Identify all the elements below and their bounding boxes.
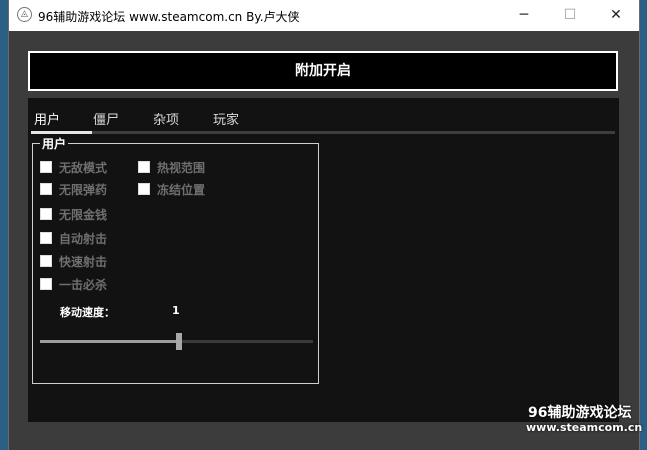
checkbox-label: 冻结位置 bbox=[157, 182, 206, 197]
title-bar[interactable]: ◬ 96辅助游戏论坛 www.steamcom.cn By.卢大侠 ─ ☐ ✕ bbox=[9, 0, 639, 31]
tab-zombie[interactable]: 僵尸 bbox=[93, 109, 119, 128]
checkbox-label: 无限金钱 bbox=[59, 207, 108, 222]
move-speed-label: 移动速度： bbox=[60, 306, 115, 319]
slider-fill bbox=[40, 340, 179, 343]
main-panel: 用户 僵尸 杂项 玩家 用户 无敌模式 热视范围 无限弹药 冻结位置 无限金钱 … bbox=[28, 98, 619, 422]
tab-user[interactable]: 用户 bbox=[34, 109, 60, 128]
move-speed-value: 1 bbox=[172, 304, 180, 317]
attach-start-button[interactable]: 附加开启 bbox=[28, 51, 618, 91]
watermark-title: 96辅助游戏论坛 bbox=[528, 405, 632, 421]
checkbox-rapid-fire[interactable]: 快速射击 bbox=[40, 253, 107, 269]
checkbox-freeze-position[interactable]: 冻结位置 bbox=[138, 181, 205, 197]
tab-track bbox=[31, 131, 615, 134]
checkbox-auto-fire[interactable]: 自动射击 bbox=[40, 230, 107, 246]
checkbox-infinite-money[interactable]: 无限金钱 bbox=[40, 206, 107, 222]
app-window: ◬ 96辅助游戏论坛 www.steamcom.cn By.卢大侠 ─ ☐ ✕ … bbox=[9, 0, 639, 450]
checkbox-thermal-range[interactable]: 热视范围 bbox=[138, 159, 205, 175]
checkbox-infinite-ammo[interactable]: 无限弹药 bbox=[40, 181, 107, 197]
tab-player[interactable]: 玩家 bbox=[213, 109, 239, 128]
checkbox-box[interactable] bbox=[40, 278, 52, 290]
checkbox-box[interactable] bbox=[40, 183, 52, 195]
tab-bar: 用户 僵尸 杂项 玩家 bbox=[28, 98, 619, 134]
active-tab-indicator bbox=[31, 131, 92, 134]
checkbox-one-hit-kill[interactable]: 一击必杀 bbox=[40, 276, 107, 292]
checkbox-label: 一击必杀 bbox=[59, 277, 108, 292]
checkbox-box[interactable] bbox=[40, 255, 52, 267]
watermark-url: www.steamcom.cn bbox=[526, 421, 643, 434]
move-speed-slider[interactable] bbox=[40, 333, 313, 351]
checkbox-god-mode[interactable]: 无敌模式 bbox=[40, 159, 107, 175]
app-icon: ◬ bbox=[17, 7, 32, 22]
tab-misc[interactable]: 杂项 bbox=[153, 109, 179, 128]
checkbox-label: 热视范围 bbox=[157, 160, 206, 175]
checkbox-label: 无限弹药 bbox=[59, 182, 108, 197]
checkbox-box[interactable] bbox=[40, 208, 52, 220]
checkbox-label: 无敌模式 bbox=[59, 160, 108, 175]
window-title: 96辅助游戏论坛 www.steamcom.cn By.卢大侠 bbox=[38, 10, 300, 24]
user-groupbox: 用户 无敌模式 热视范围 无限弹药 冻结位置 无限金钱 自动射击 快速射击 一击… bbox=[32, 135, 319, 384]
checkbox-box[interactable] bbox=[40, 161, 52, 173]
close-button[interactable]: ✕ bbox=[593, 0, 639, 31]
groupbox-title: 用户 bbox=[40, 135, 69, 152]
minimize-button[interactable]: ─ bbox=[501, 0, 547, 31]
checkbox-label: 自动射击 bbox=[59, 231, 108, 246]
checkbox-box[interactable] bbox=[138, 183, 150, 195]
slider-thumb[interactable] bbox=[176, 333, 182, 350]
maximize-button[interactable]: ☐ bbox=[547, 0, 593, 31]
checkbox-label: 快速射击 bbox=[59, 254, 108, 269]
checkbox-box[interactable] bbox=[138, 161, 150, 173]
checkbox-box[interactable] bbox=[40, 232, 52, 244]
